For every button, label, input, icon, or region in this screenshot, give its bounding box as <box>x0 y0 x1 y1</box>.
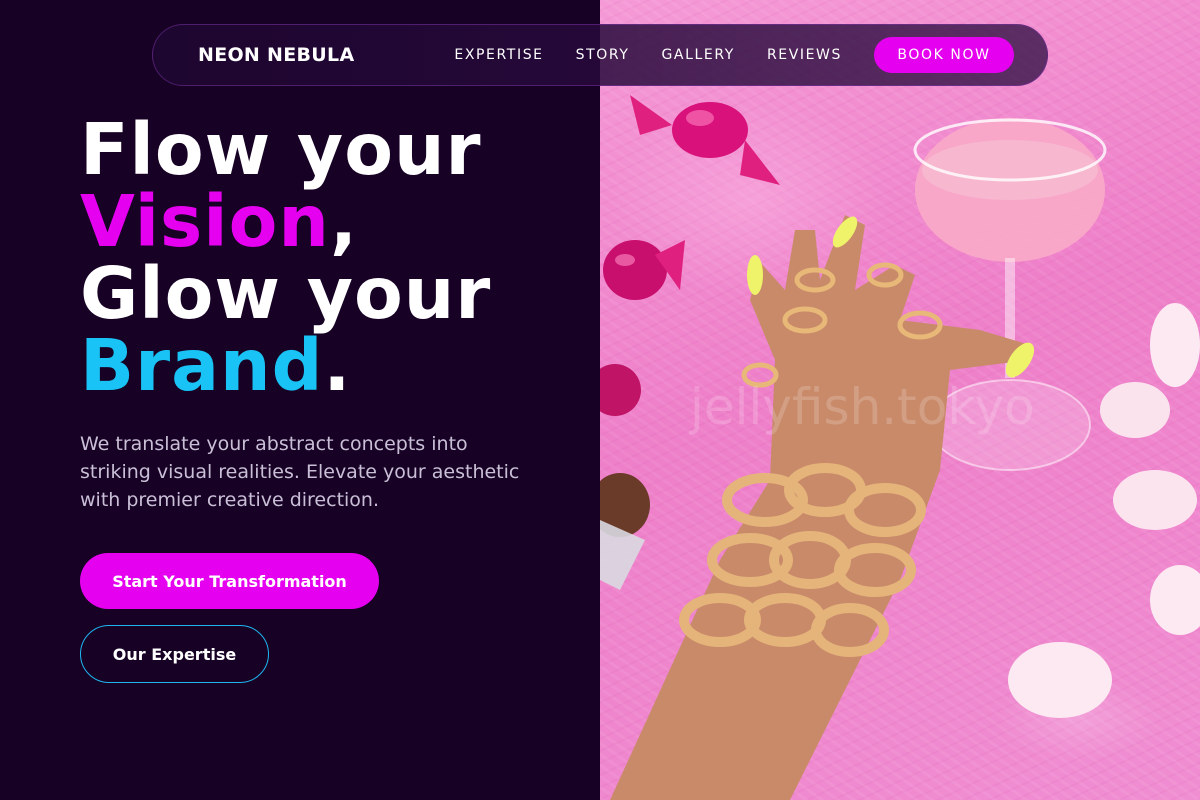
image-watermark: jellyfish.tokyo <box>690 378 1035 436</box>
hero-headline: Flow your Vision, Glow your Brand. <box>80 114 491 402</box>
petals <box>1008 303 1200 718</box>
headline-line-1: Flow your <box>80 108 482 191</box>
nav-link-reviews[interactable]: REVIEWS <box>767 47 842 63</box>
headline-vision-accent: Vision <box>80 180 330 263</box>
hand-with-jewelry <box>610 215 1035 800</box>
nav-links: EXPERTISE STORY GALLERY REVIEWS BOOK NOW <box>454 37 1014 73</box>
candy-lower-left <box>600 364 650 590</box>
headline-line-4: Brand. <box>80 330 491 402</box>
headline-comma: , <box>329 180 358 263</box>
candy-left <box>603 240 685 300</box>
start-transformation-button[interactable]: Start Your Transformation <box>80 553 379 609</box>
nav-link-story[interactable]: STORY <box>576 47 630 63</box>
hero-description: We translate your abstract concepts into… <box>80 433 520 511</box>
nav-link-expertise[interactable]: EXPERTISE <box>454 47 543 63</box>
headline-line-2: Vision, <box>80 186 491 258</box>
nav-link-gallery[interactable]: GALLERY <box>661 47 734 63</box>
candy-top <box>630 95 780 185</box>
headline-brand-accent: Brand <box>80 324 324 407</box>
headline-period: . <box>323 324 352 407</box>
book-now-button[interactable]: BOOK NOW <box>874 37 1014 73</box>
brand-logo[interactable]: NEON NEBULA <box>198 44 354 66</box>
headline-line-3: Glow your <box>80 252 492 335</box>
our-expertise-button[interactable]: Our Expertise <box>80 625 269 683</box>
top-navbar: NEON NEBULA EXPERTISE STORY GALLERY REVI… <box>152 24 1048 86</box>
